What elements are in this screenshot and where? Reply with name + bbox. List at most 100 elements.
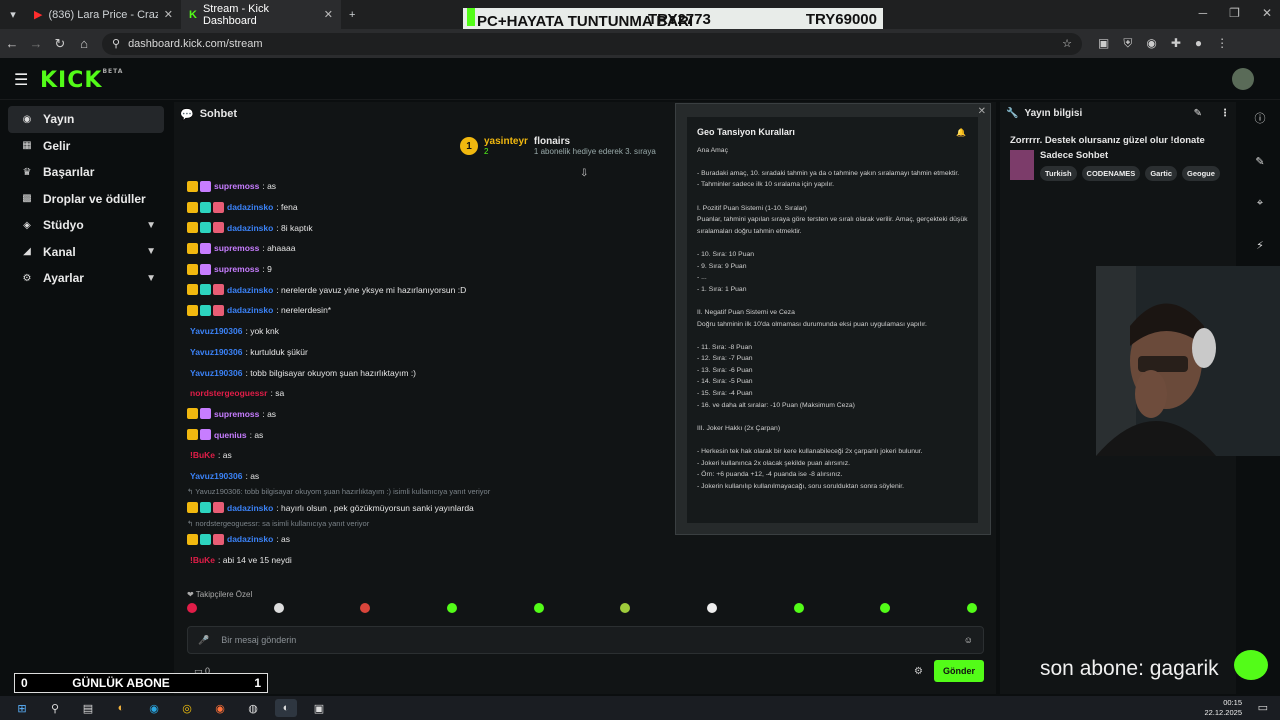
system-clock[interactable]: 00:15 22.12.2025 (1204, 696, 1242, 718)
home-icon[interactable]: ⌂ (72, 36, 96, 51)
chat-message[interactable]: Yavuz190306: tobb bilgisayar okuyom şuan… (187, 362, 667, 383)
pin-icon[interactable]: 🔔 (956, 127, 966, 139)
chat-message[interactable]: dadazinsko: 8i kaptık (187, 217, 667, 238)
chat-message[interactable]: !BuKe: abi 14 ve 15 neydi (187, 550, 667, 571)
chat-message[interactable]: dadazinsko: nerelerdesin* (187, 300, 667, 321)
chat-username[interactable]: Yavuz190306 (190, 368, 242, 378)
sidebar-item-ayarlar[interactable]: ⚙ Ayarlar ▼ (8, 265, 164, 292)
address-bar[interactable]: ⚲ dashboard.kick.com/stream ☆ (102, 32, 1082, 55)
chat-username[interactable]: Yavuz190306 (190, 471, 242, 481)
obs-icon[interactable]: ◍ (242, 699, 264, 717)
emote-icon[interactable] (533, 603, 544, 613)
extension-icon[interactable]: ▣ (1098, 36, 1109, 51)
close-tab-icon[interactable]: ✕ (324, 8, 333, 21)
chat-username[interactable]: supremoss (214, 409, 259, 419)
tab-menu-button[interactable]: ▾ (0, 0, 26, 29)
chat-message[interactable]: !BuKe: as (187, 445, 667, 466)
emote-icon[interactable] (360, 603, 371, 613)
chat-username[interactable]: dadazinsko (227, 534, 273, 544)
chat-message[interactable]: Yavuz190306: yok knk (187, 321, 667, 342)
pen-icon[interactable]: ✎ (1255, 155, 1264, 168)
reload-icon[interactable]: ↻ (48, 36, 72, 52)
emoji-picker-icon[interactable]: ☺ (964, 635, 973, 645)
info-icon[interactable]: ⓘ (1255, 110, 1266, 126)
maximize-icon[interactable]: ❐ (1229, 6, 1240, 20)
sidebar-item-studyo[interactable]: ◈ Stüdyo ▼ (8, 212, 164, 239)
close-tab-icon[interactable]: ✕ (164, 8, 173, 21)
chat-message[interactable]: dadazinsko: as (187, 529, 667, 550)
sidebar-item-gelir[interactable]: ▦ Gelir (8, 133, 164, 160)
profile-icon[interactable]: ● (1195, 36, 1202, 51)
chrome-icon[interactable]: ◎ (176, 699, 198, 717)
sidebar-item-kanal[interactable]: ◢ Kanal ▼ (8, 239, 164, 266)
task-view-icon[interactable]: ▤ (77, 699, 99, 717)
firefox-icon[interactable]: ◉ (209, 699, 231, 717)
edge-icon[interactable]: ◉ (143, 699, 165, 717)
emote-icon[interactable] (446, 603, 457, 613)
pinned-gift-banner[interactable]: 1 yasinteyr 2 flonairs 1 abonelik hediye… (460, 136, 656, 156)
emote-icon[interactable] (793, 603, 804, 613)
chat-username[interactable]: dadazinsko (227, 223, 273, 233)
windows-start-icon[interactable]: ⊞ (11, 699, 33, 717)
chat-username[interactable]: supremoss (214, 264, 259, 274)
chat-message[interactable]: nordstergeoguessr: sa (187, 383, 667, 404)
chat-message[interactable]: supremoss: as (187, 404, 667, 425)
emote-icon[interactable] (620, 603, 631, 613)
chat-message[interactable]: Yavuz190306: as (187, 466, 667, 487)
forward-icon[interactable]: → (24, 36, 48, 51)
more-options-icon[interactable]: ⋮ (1220, 108, 1230, 119)
chat-settings-gear-icon[interactable]: ⚙ (914, 666, 923, 677)
puzzle-icon[interactable]: ✚ (1171, 36, 1181, 51)
close-icon[interactable]: ✕ (978, 106, 986, 117)
steam-icon[interactable]: ◐ (275, 699, 297, 717)
chat-message[interactable]: dadazinsko: fena (187, 197, 667, 218)
menu-dots-icon[interactable]: ⋮ (1216, 36, 1228, 51)
emote-icon[interactable] (187, 603, 197, 613)
lightning-icon[interactable]: ⚡ (1256, 239, 1264, 252)
chat-message-input[interactable]: 🎤 Bir mesaj gönderin ☺ (187, 626, 984, 654)
chat-username[interactable]: quenius (214, 430, 247, 440)
sidebar-item-yayin[interactable]: ◉ Yayın (8, 106, 164, 133)
chat-username[interactable]: Yavuz190306 (190, 347, 242, 357)
emote-icon[interactable] (880, 603, 891, 613)
tab-kick-dashboard[interactable]: K Stream - Kick Dashboard ✕ (181, 0, 341, 29)
site-info-icon[interactable]: ⚲ (112, 37, 120, 50)
sidebar-item-basarilar[interactable]: ♛ Başarılar (8, 159, 164, 186)
chat-username[interactable]: dadazinsko (227, 285, 273, 295)
shield-icon[interactable]: ⛨ (1123, 36, 1132, 51)
chat-message[interactable]: supremoss: ahaaaa (187, 238, 667, 259)
emote-icon[interactable] (706, 603, 717, 613)
chat-username[interactable]: dadazinsko (227, 503, 273, 513)
notifications-icon[interactable]: ▭ (1258, 701, 1268, 714)
edit-icon[interactable]: ✎ (1194, 108, 1202, 119)
back-icon[interactable]: ← (0, 36, 24, 51)
microphone-icon[interactable]: 🎤 (198, 635, 209, 646)
chat-username[interactable]: dadazinsko (227, 202, 273, 212)
app-icon[interactable]: ▣ (308, 699, 330, 717)
chat-username[interactable]: !BuKe (190, 450, 215, 460)
bookmark-star-icon[interactable]: ☆ (1062, 37, 1072, 50)
avatar[interactable] (1232, 68, 1254, 90)
send-button[interactable]: Gönder (934, 660, 984, 682)
new-tab-button[interactable]: + (341, 0, 363, 29)
chat-username[interactable]: dadazinsko (227, 305, 273, 315)
tab-youtube[interactable]: ▶ (836) Lara Price - Crazy - YouTu ✕ (26, 0, 181, 29)
chat-username[interactable]: supremoss (214, 243, 259, 253)
chat-username[interactable]: nordstergeoguessr (190, 388, 267, 398)
close-window-icon[interactable]: ✕ (1262, 6, 1272, 20)
chat-message[interactable]: dadazinsko: nerelerde yavuz yine yksye m… (187, 279, 667, 300)
minimize-icon[interactable]: ─ (1199, 6, 1208, 20)
hamburger-menu-icon[interactable]: ☰ (14, 70, 28, 90)
sidebar-item-droplar[interactable]: ▩ Droplar ve ödüller (8, 186, 164, 213)
emote-icon[interactable] (966, 603, 977, 613)
chat-message[interactable]: Yavuz190306: kurtulduk şükür (187, 342, 667, 363)
chat-message[interactable]: dadazinsko: hayırlı olsun , pek gözükmüy… (187, 497, 667, 518)
extension-icon[interactable]: ◉ (1146, 36, 1156, 51)
kick-logo[interactable]: KICKBETA (40, 68, 123, 93)
chat-message[interactable]: supremoss: as (187, 176, 667, 197)
chat-username[interactable]: supremoss (214, 181, 259, 191)
search-icon[interactable]: ⚲ (44, 699, 66, 717)
emote-icon[interactable] (273, 603, 284, 613)
chat-username[interactable]: !BuKe (190, 555, 215, 565)
target-icon[interactable]: ⌖ (1257, 197, 1263, 210)
